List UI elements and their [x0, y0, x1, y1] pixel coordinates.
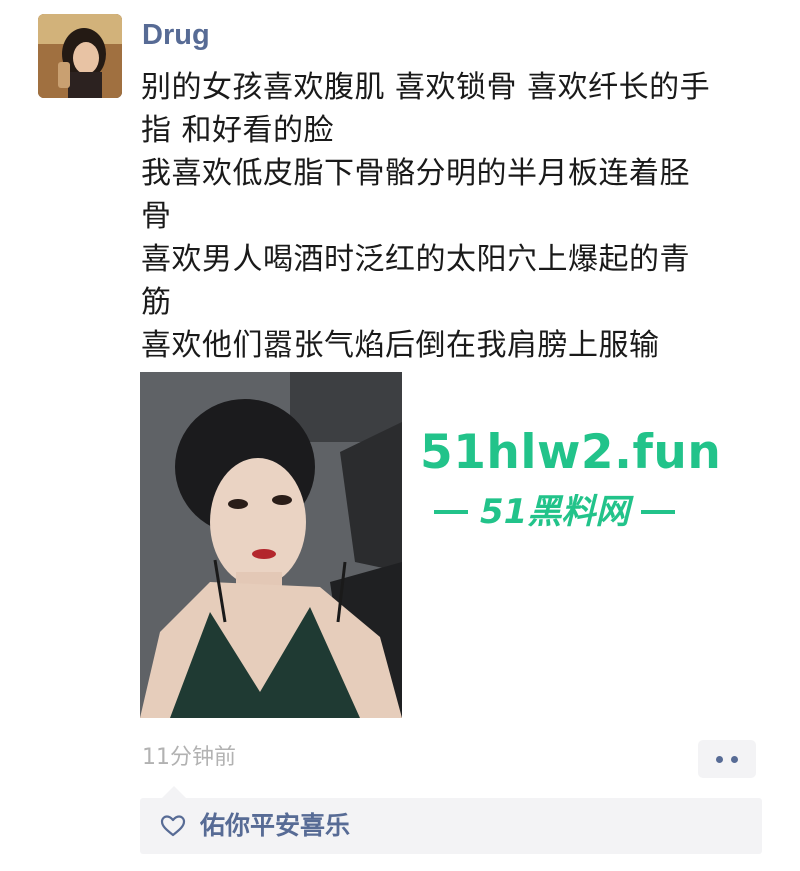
- post-timestamp: 11分钟前: [142, 745, 236, 770]
- likes-panel: 佑你平安喜乐: [140, 786, 762, 854]
- moments-post: Drug 别的女孩喜欢腹肌 喜欢锁骨 喜欢纤长的手 指 和好看的脸 我喜欢低皮脂…: [0, 0, 800, 871]
- more-button[interactable]: [698, 740, 756, 778]
- more-dots-icon: [716, 755, 723, 763]
- watermark: 51hlw2.fun 51黑料网: [420, 424, 740, 534]
- post-image-picture: [140, 372, 402, 718]
- watermark-name: 51黑料网: [480, 492, 630, 532]
- watermark-subtitle: 51黑料网: [422, 490, 740, 534]
- heart-icon: [160, 815, 186, 837]
- watermark-site: 51hlw2.fun: [420, 425, 722, 480]
- liker-name[interactable]: 佑你平安喜乐: [200, 808, 350, 844]
- watermark-dash-right: [641, 510, 676, 514]
- post-image[interactable]: [140, 372, 402, 718]
- post-author[interactable]: Drug: [142, 16, 210, 54]
- more-dots-icon: [731, 755, 738, 763]
- avatar-image: [38, 14, 122, 98]
- post-content: 别的女孩喜欢腹肌 喜欢锁骨 喜欢纤长的手 指 和好看的脸 我喜欢低皮脂下骨骼分明…: [141, 70, 711, 363]
- avatar[interactable]: [38, 14, 122, 98]
- watermark-dash-left: [434, 510, 468, 514]
